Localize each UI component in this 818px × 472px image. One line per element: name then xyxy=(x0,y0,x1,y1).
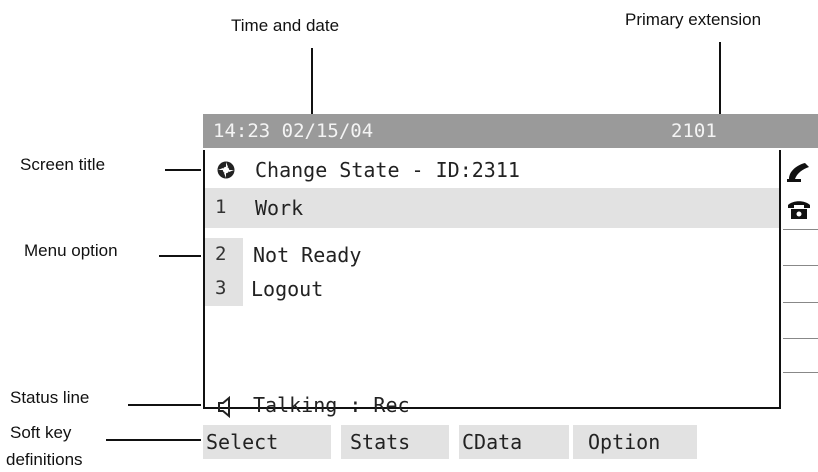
menu-number-1-box: 1 xyxy=(205,191,243,225)
callout-screen-title: Screen title xyxy=(20,155,106,174)
status-bar: 14:23 02/15/04 2101 xyxy=(203,114,818,148)
leader-status-line xyxy=(128,404,201,406)
screen-title-row: Change State - ID:2311 xyxy=(205,154,779,188)
softkey-option-label: Option xyxy=(588,430,661,454)
line-key-divider xyxy=(783,265,818,266)
softkey-cdata-label: CData xyxy=(462,430,523,454)
softkey-option[interactable]: Option xyxy=(573,425,697,459)
line-key-divider xyxy=(783,338,818,339)
line-key-divider xyxy=(783,372,818,373)
speaker-icon xyxy=(218,396,230,418)
menu-number-3-box: 3 xyxy=(205,272,243,306)
softkey-stats-label: Stats xyxy=(350,430,411,454)
softkey-select-label: Select xyxy=(206,430,279,454)
leader-screen-title xyxy=(165,169,201,171)
leader-soft-key xyxy=(106,439,201,441)
line-key-divider xyxy=(783,229,818,230)
softkey-select[interactable]: Select xyxy=(203,425,331,459)
callout-status-line: Status line xyxy=(10,388,90,407)
status-line-row: Talking : Rec xyxy=(205,393,779,423)
leader-time-and-date xyxy=(311,48,313,114)
line-key-divider xyxy=(783,302,818,303)
menu-item-work[interactable]: Work xyxy=(255,196,303,220)
softkey-stats[interactable]: Stats xyxy=(341,425,449,459)
phone-icon[interactable] xyxy=(785,197,813,221)
status-line: Talking : Rec xyxy=(253,393,410,417)
status-extension: 2101 xyxy=(671,120,717,142)
menu-item-not-ready[interactable]: Not Ready xyxy=(253,243,361,267)
leader-primary-extension xyxy=(719,42,721,114)
callout-primary-extension: Primary extension xyxy=(625,10,762,29)
menu-number-1: 1 xyxy=(215,196,227,218)
callout-soft-key: Soft key xyxy=(10,423,72,442)
handset-icon[interactable] xyxy=(785,159,813,183)
menu-number-2-box: 2 xyxy=(205,238,243,272)
callout-definitions: definitions xyxy=(6,450,83,469)
callout-menu-option: Menu option xyxy=(24,241,118,260)
menu-number-2: 2 xyxy=(215,243,227,265)
softkey-cdata[interactable]: CData xyxy=(459,425,569,459)
status-time-date: 14:23 02/15/04 xyxy=(213,120,374,142)
menu-number-3: 3 xyxy=(215,277,227,299)
screen-title: Change State - ID:2311 xyxy=(255,158,520,182)
callout-time-and-date: Time and date xyxy=(231,16,340,35)
leader-menu-option xyxy=(159,255,201,257)
softkey-bar: Select Stats CData Option xyxy=(203,425,818,459)
state-icon xyxy=(217,161,235,179)
menu-item-logout[interactable]: Logout xyxy=(251,277,323,301)
